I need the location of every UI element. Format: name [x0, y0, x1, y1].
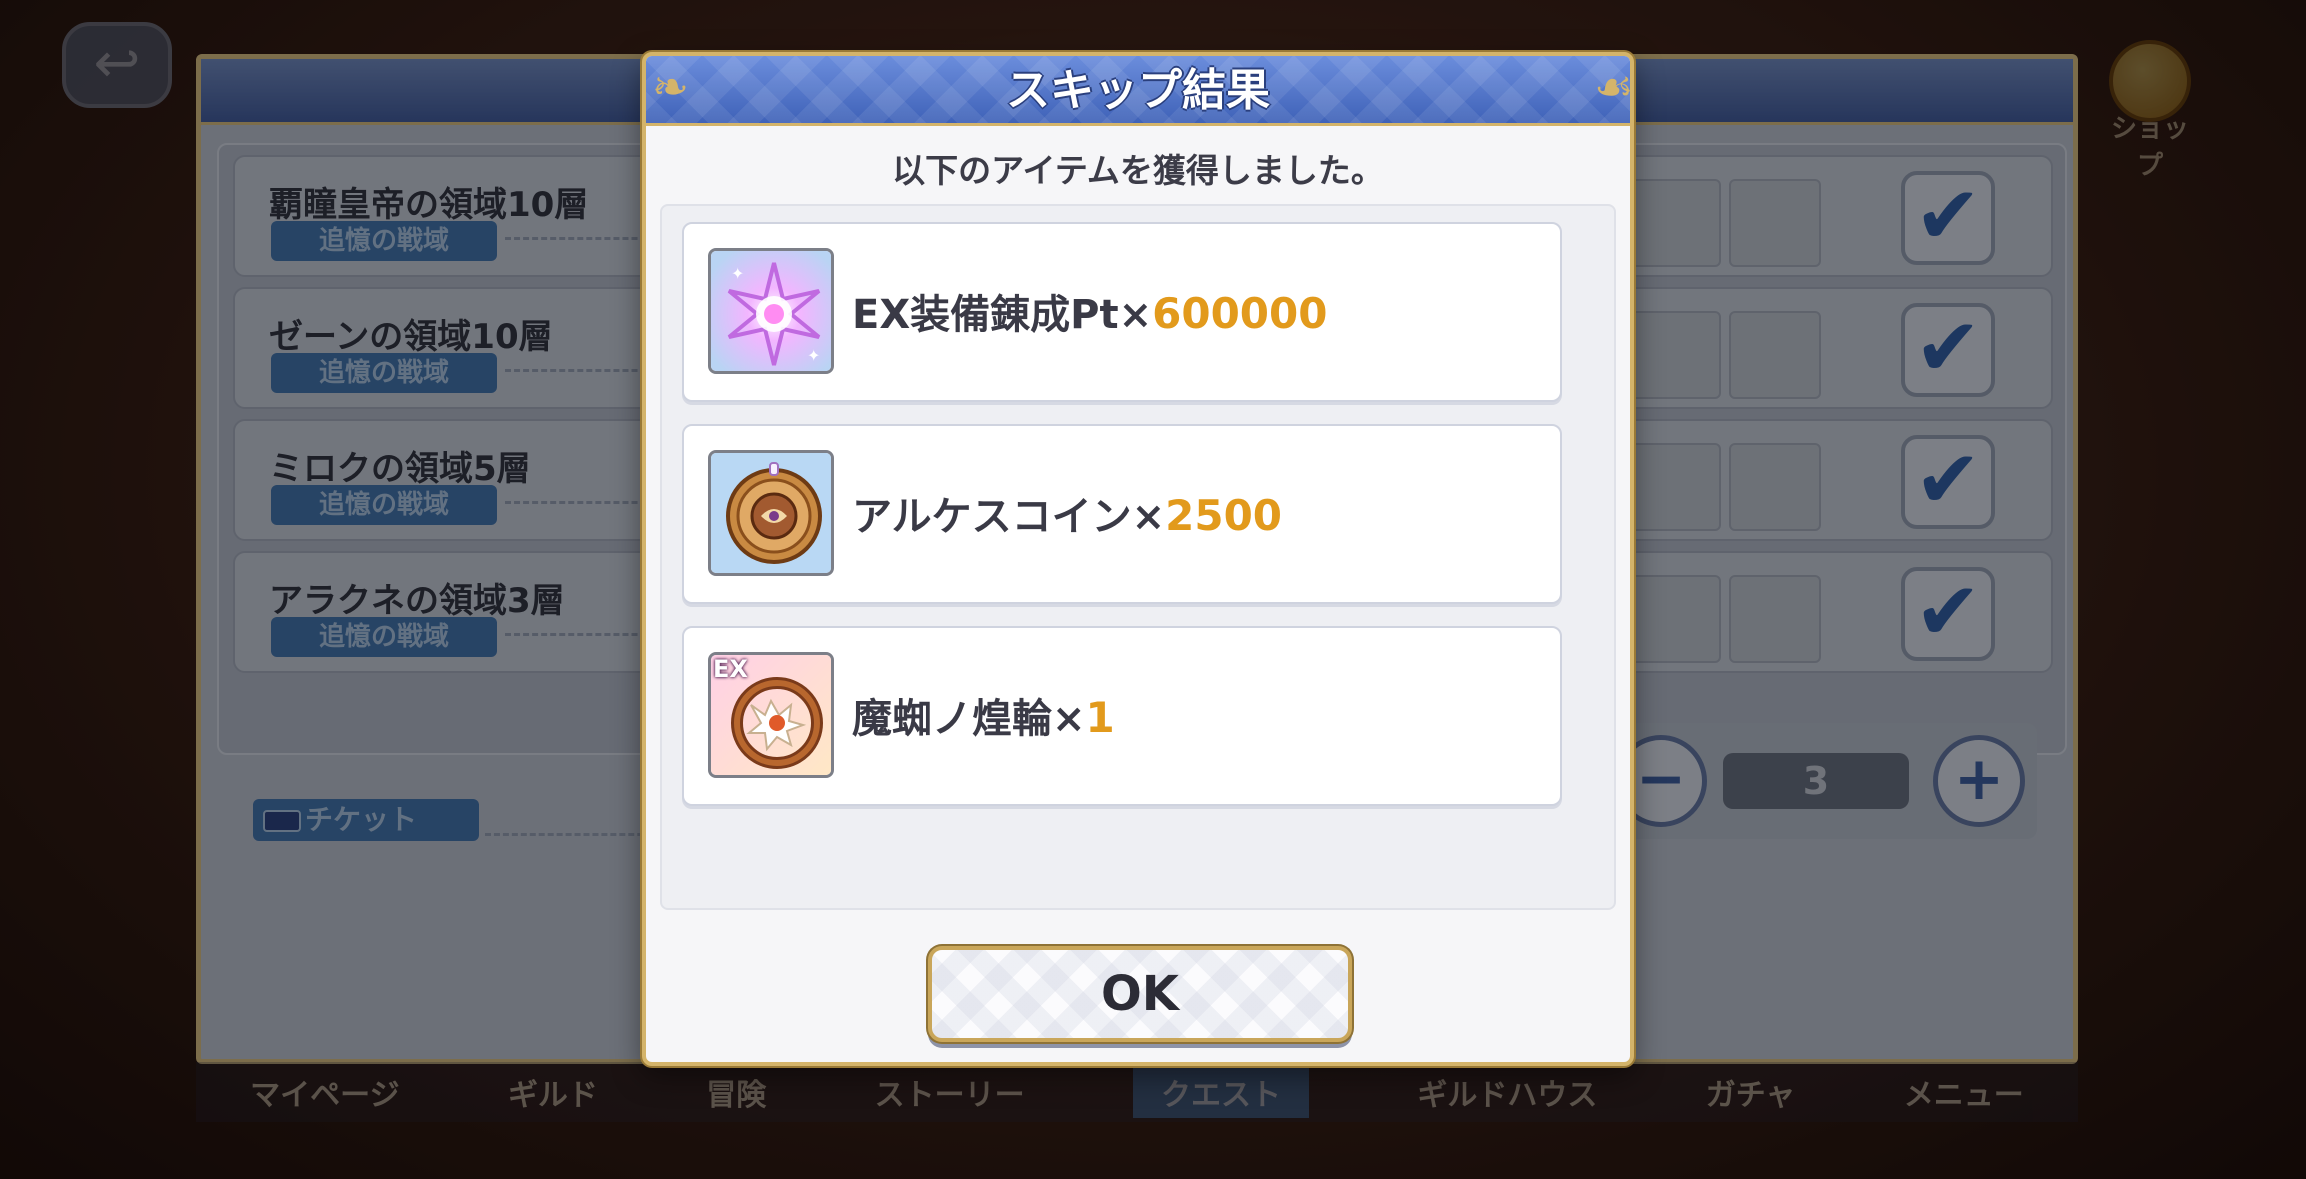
dialog-subtitle: 以下のアイテムを獲得しました。 — [892, 151, 1384, 190]
ex-badge-icon: EX — [713, 655, 748, 683]
svg-text:✦: ✦ — [807, 346, 820, 365]
reward-item: アルケスコイン×2500 — [682, 424, 1562, 604]
reward-quantity: 600000 — [1152, 289, 1328, 338]
reward-name: EX装備錬成Pt× — [852, 292, 1153, 338]
reward-name: 魔蜘ノ煌輪× — [852, 696, 1086, 742]
ok-button[interactable]: OK — [928, 946, 1352, 1042]
reward-quantity: 2500 — [1165, 491, 1283, 540]
svg-text:✦: ✦ — [731, 264, 744, 283]
reward-list: ✦ ✦ EX装備錬成Pt×600000 アルケスコイン×2500 EX 魔蜘ノ煌… — [660, 204, 1616, 910]
corner-ornament-icon: ❧ — [652, 62, 689, 113]
reward-item: ✦ ✦ EX装備錬成Pt×600000 — [682, 222, 1562, 402]
dialog-header: ❧ スキップ結果 ☙ — [646, 56, 1634, 126]
reward-quantity: 1 — [1085, 693, 1115, 742]
ex-ring-icon: EX — [708, 652, 834, 778]
reward-text: 魔蜘ノ煌輪×1 — [852, 686, 1115, 744]
reward-item: EX 魔蜘ノ煌輪×1 — [682, 626, 1562, 806]
skip-result-dialog: ❧ スキップ結果 ☙ 以下のアイテムを獲得しました。 ✦ ✦ EX装備錬成Pt×… — [642, 52, 1634, 1066]
reward-text: EX装備錬成Pt×600000 — [852, 282, 1327, 340]
ex-equip-pt-icon: ✦ ✦ — [708, 248, 834, 374]
corner-ornament-icon: ☙ — [1594, 62, 1634, 113]
dialog-title: スキップ結果 — [1006, 65, 1270, 116]
reward-name: アルケスコイン× — [852, 494, 1166, 540]
reward-text: アルケスコイン×2500 — [852, 484, 1282, 542]
arkes-coin-icon — [708, 450, 834, 576]
